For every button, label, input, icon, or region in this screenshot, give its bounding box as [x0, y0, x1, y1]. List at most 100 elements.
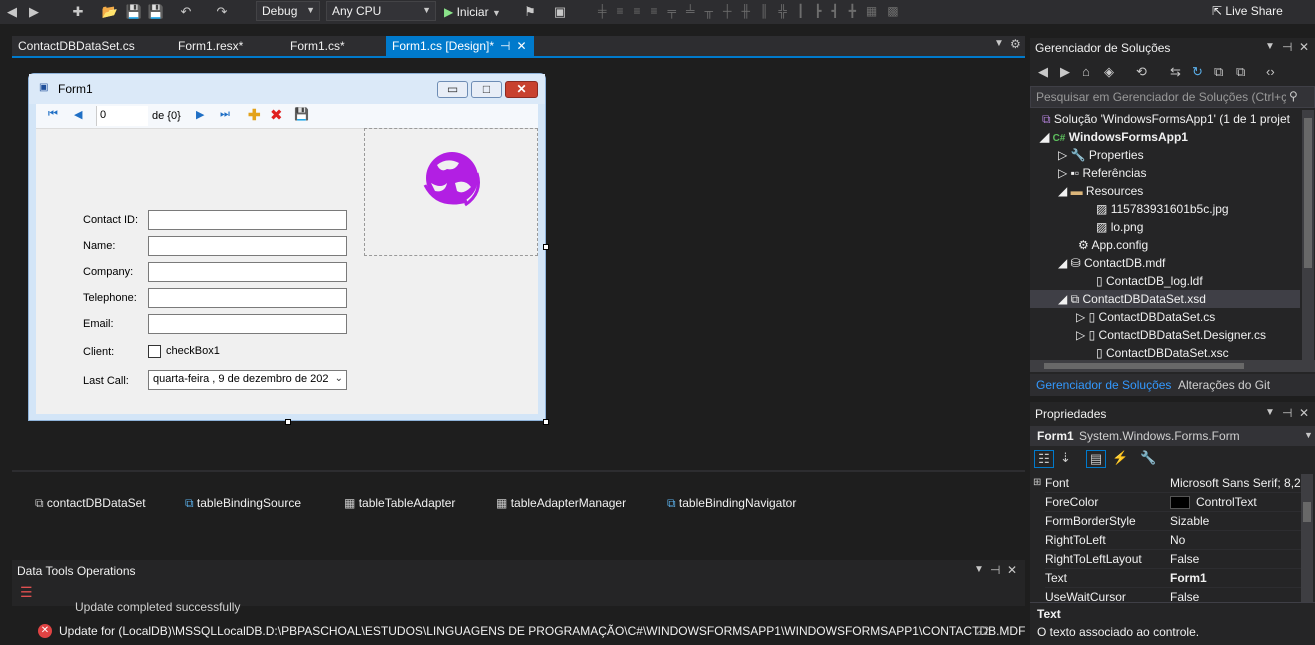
collapsed-icon[interactable]: ▷: [1076, 310, 1085, 324]
object-selector[interactable]: Form1 System.Windows.Forms.Form ▼: [1030, 426, 1315, 446]
tree-item-resources[interactable]: ◢ ▬ Resources: [1030, 182, 1300, 200]
live-share-button[interactable]: ⇱ Live Share: [1212, 4, 1283, 18]
tree-item-solution[interactable]: ⧉ Solução 'WindowsFormsApp1' (1 de 1 pro…: [1030, 110, 1300, 128]
pin-icon[interactable]: ⊣: [1282, 40, 1292, 54]
email-textbox[interactable]: [148, 314, 347, 334]
clear-list-icon[interactable]: ☰: [20, 584, 33, 601]
show-all-icon[interactable]: ⧉: [1236, 64, 1245, 80]
tab-form1-resx[interactable]: Form1.resx*: [172, 36, 249, 56]
prop-row-borderstyle[interactable]: FormBorderStyle Sizable: [1045, 512, 1307, 531]
tray-item-adapter-manager[interactable]: ▦ tableAdapterManager: [496, 496, 626, 510]
tray-item-binding-navigator[interactable]: ⧉ tableBindingNavigator: [667, 496, 796, 511]
prop-row-rtllayout[interactable]: RightToLeftLayout False: [1045, 550, 1307, 569]
forward-icon[interactable]: ▶: [1060, 64, 1070, 80]
back-icon[interactable]: ◀: [2, 1, 22, 23]
collapsed-icon[interactable]: ▷: [1076, 328, 1085, 342]
form-window[interactable]: ▣ Form1 ▭ □ ✕ ⏮ ◀ 0 de {0} ▶ ⏭ ✚ ✖ 💾 Con…: [28, 73, 549, 425]
code-icon[interactable]: ‹›: [1266, 64, 1275, 79]
config-dropdown[interactable]: Debug ▼: [256, 1, 320, 21]
pin-icon[interactable]: ⊣: [1282, 406, 1292, 420]
tree-item-appconfig[interactable]: ⚙ App.config: [1030, 236, 1300, 254]
property-pages-icon[interactable]: 🔧: [1140, 450, 1156, 466]
last-call-datepicker[interactable]: quarta-feira , 9 de dezembro de 202 ⌄: [148, 370, 347, 390]
prop-row-text[interactable]: Text Form1: [1045, 569, 1307, 588]
maximize-button[interactable]: □: [471, 81, 502, 98]
categorized-icon[interactable]: ☷: [1034, 450, 1054, 468]
pin-icon[interactable]: ⊣: [500, 39, 510, 53]
new-item-icon[interactable]: ✚: [68, 1, 88, 23]
tray-item-table-adapter[interactable]: ▦ tableTableAdapter: [344, 496, 455, 510]
expand-icon[interactable]: ⊞: [1033, 477, 1041, 488]
resize-handle-bottom[interactable]: [285, 419, 291, 425]
save-all-icon[interactable]: 💾: [146, 1, 166, 23]
close-icon[interactable]: ✕: [1299, 40, 1309, 54]
tab-git-changes[interactable]: Alterações do Git: [1178, 378, 1270, 392]
collapse-icon[interactable]: ⧉: [1214, 64, 1223, 80]
expand-icon[interactable]: ◢: [1040, 130, 1049, 144]
tree-item-mdf[interactable]: ◢ ⛁ ContactDB.mdf: [1030, 254, 1300, 272]
tray-item-dataset[interactable]: ⧉ contactDBDataSet: [35, 496, 146, 511]
tab-form1-cs[interactable]: Form1.cs*: [284, 36, 351, 56]
tree-item-jpg[interactable]: ▨ 115783931601b5c.jpg: [1030, 200, 1300, 218]
name-textbox[interactable]: [148, 236, 347, 256]
platform-dropdown[interactable]: Any CPU ▼: [326, 1, 436, 21]
gear-icon[interactable]: ⚙: [1010, 37, 1021, 51]
open-icon[interactable]: 📂: [100, 1, 120, 23]
tab-solution-explorer[interactable]: Gerenciador de Soluções: [1036, 378, 1171, 392]
refresh-icon[interactable]: ↻: [1192, 64, 1203, 80]
close-icon[interactable]: ✕: [516, 39, 526, 53]
tree-item-dataset-cs[interactable]: ▷ ▯ ContactDBDataSet.cs: [1030, 308, 1300, 326]
pin-icon[interactable]: ⊣: [990, 563, 1000, 577]
align-grid-icon[interactable]: ▣: [550, 1, 570, 23]
position-textbox[interactable]: 0: [96, 106, 148, 126]
vertical-scrollbar[interactable]: [1302, 110, 1314, 362]
undo-icon[interactable]: ↶: [176, 1, 196, 23]
minimize-button[interactable]: ▭: [437, 81, 468, 98]
start-button[interactable]: ▶ Iniciar ▼: [444, 2, 501, 22]
explorer-search-input[interactable]: Pesquisar em Gerenciador de Soluções (Ct…: [1030, 86, 1315, 108]
form-close-button[interactable]: ✕: [505, 81, 538, 98]
expand-icon[interactable]: ◢: [1058, 184, 1067, 198]
save-icon[interactable]: 💾: [124, 1, 144, 23]
output-line-error[interactable]: Update for (LocalDB)\MSSQLLocalDB.D:\PBP…: [59, 624, 1025, 638]
properties-scrollbar[interactable]: [1301, 474, 1313, 602]
contact-id-textbox[interactable]: [148, 210, 347, 230]
move-first-icon[interactable]: ⏮: [48, 108, 58, 121]
add-new-icon[interactable]: ✚: [248, 106, 261, 124]
save-data-icon[interactable]: 💾: [294, 107, 309, 121]
panel-dropdown-icon[interactable]: ▼: [1265, 41, 1275, 52]
close-icon[interactable]: ✕: [1007, 563, 1017, 577]
tree-item-ldf[interactable]: ▯ ContactDB_log.ldf: [1030, 272, 1300, 290]
attach-icon[interactable]: ⚑: [520, 1, 540, 23]
events-icon[interactable]: ⚡: [1112, 450, 1128, 466]
tab-dropdown-icon[interactable]: ▼: [994, 38, 1004, 49]
redo-icon[interactable]: ↷: [212, 1, 232, 23]
collapsed-icon[interactable]: ▷: [1058, 148, 1067, 162]
alphabetical-icon[interactable]: ⇣: [1060, 450, 1071, 466]
tree-item-designer-cs[interactable]: ▷ ▯ ContactDBDataSet.Designer.cs: [1030, 326, 1300, 344]
panel-dropdown-icon[interactable]: ▼: [974, 564, 984, 575]
telephone-textbox[interactable]: [148, 288, 347, 308]
tree-item-properties[interactable]: ▷ 🔧 Properties: [1030, 146, 1300, 164]
collapsed-icon[interactable]: ▷: [1058, 166, 1067, 180]
picture-box[interactable]: [364, 128, 538, 256]
expand-icon[interactable]: ◢: [1058, 292, 1067, 306]
tree-item-png[interactable]: ▨ lo.png: [1030, 218, 1300, 236]
company-textbox[interactable]: [148, 262, 347, 282]
prop-row-usewaitcursor[interactable]: UseWaitCursor False: [1045, 588, 1307, 602]
delete-icon[interactable]: ✖: [270, 106, 283, 124]
close-icon[interactable]: ✕: [1299, 406, 1309, 420]
horizontal-scrollbar[interactable]: [1030, 360, 1315, 372]
tree-item-project[interactable]: ◢ C# WindowsFormsApp1: [1030, 128, 1300, 146]
panel-dropdown-icon[interactable]: ▼: [1265, 407, 1275, 418]
tab-form1-design[interactable]: Form1.cs [Design]* ⊣ ✕: [386, 36, 534, 56]
tree-item-xsd[interactable]: ◢ ⧉ ContactDBDataSet.xsd: [1030, 290, 1300, 308]
move-last-icon[interactable]: ⏭: [220, 108, 230, 121]
forward-icon[interactable]: ▶: [24, 1, 44, 23]
tree-item-xsc[interactable]: ▯ ContactDBDataSet.xsc: [1030, 344, 1300, 360]
properties-view-icon[interactable]: ▤: [1086, 450, 1106, 468]
resize-handle-corner[interactable]: [543, 419, 549, 425]
tray-item-binding-source[interactable]: ⧉ tableBindingSource: [185, 496, 301, 511]
prop-row-font[interactable]: Font Microsoft Sans Serif; 8,25: [1045, 474, 1307, 493]
history-icon[interactable]: ⟲: [1136, 64, 1147, 80]
